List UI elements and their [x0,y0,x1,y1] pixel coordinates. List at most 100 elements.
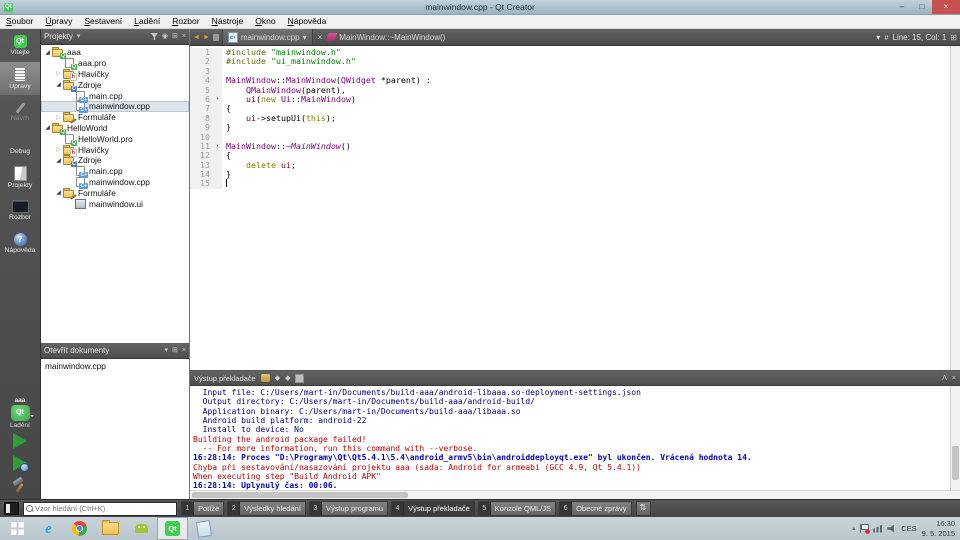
clock[interactable]: 16:30 9. 5. 2015 [922,519,955,538]
mode-napoveda[interactable]: ?Nápověda [0,227,40,260]
tree-item-hlavicky[interactable]: ▷hHlavičky [41,144,189,155]
android-button[interactable] [126,517,157,540]
tree-expanded-arrow[interactable]: ◢ [54,81,63,88]
volume-icon[interactable] [887,525,896,533]
build-target-selector[interactable]: aaa Qt Ladění [0,397,40,430]
split-pane-icon[interactable]: ⊞ [172,29,178,44]
split-editor-icon[interactable]: ⊞ [950,33,957,42]
panel-button-obecne-zpravy[interactable]: 6Obecné zprávy [559,501,631,516]
close-document-icon[interactable]: × [316,33,325,42]
tree-item-mainwindow-cpp[interactable]: C+mainwindow.cpp [41,101,189,112]
kit-selector-icon[interactable]: Qt [11,405,30,421]
menu-nastroje[interactable]: Nástroje [206,15,250,28]
debug-run-button[interactable] [13,455,27,471]
next-item-icon[interactable]: ◆ [285,374,290,382]
docs-close-icon[interactable]: × [182,343,186,358]
qt-creator-button[interactable]: Qt [157,517,188,540]
editor-scrollbar[interactable] [950,46,960,370]
tree-item-formulare[interactable]: ▷Formuláře [41,112,189,123]
panel-button-vystup-prekladace[interactable]: 4Výstup překladače [391,501,475,516]
docs-dropdown-icon[interactable]: ▾ [165,343,169,358]
tree-item-aaa[interactable]: ◢Qaaa [41,47,189,58]
tree-item-zdroje[interactable]: ◢CZdroje [41,155,189,166]
search-input[interactable] [35,504,174,513]
start-button[interactable] [2,517,33,540]
go-back-icon[interactable]: ◄ [193,34,200,41]
maximize-output-icon[interactable]: ᐱ [942,371,947,386]
file-explorer-button[interactable] [95,517,126,540]
tree-item-mainwindow-cpp[interactable]: C+mainwindow.cpp [41,177,189,188]
previous-item-icon[interactable]: ◆ [275,374,280,382]
mode-debug[interactable]: Debug [0,128,40,161]
menu-okno[interactable]: Okno [249,15,281,28]
build-button[interactable] [12,477,28,493]
tree-expanded-arrow[interactable]: ◢ [43,124,52,131]
tree-item-main-cpp[interactable]: C+main.cpp [41,166,189,177]
network-icon[interactable] [873,525,882,533]
code-editor[interactable]: 1#include "mainwindow.h"2#include "ui_ma… [190,46,960,370]
mode-rozbor[interactable]: Rozbor [0,194,40,227]
open-documents-title[interactable]: Otevřít dokumenty [44,346,109,355]
maximize-button[interactable]: □ [912,0,932,14]
projects-pane-title[interactable]: Projekty [44,32,73,41]
tree-item-helloworld[interactable]: ◢QHelloWorld [41,123,189,134]
menu-rozbor[interactable]: Rozbor [166,15,205,28]
close-button[interactable]: × [932,0,960,14]
fold-marker[interactable]: ▾ [213,142,222,151]
internet-explorer-button[interactable]: e [33,517,64,540]
cancel-build-icon[interactable] [261,374,270,382]
menu-sestaveni[interactable]: Sestavení [78,15,128,28]
tree-item-zdroje[interactable]: ◢CZdroje [41,79,189,90]
pane-dropdown-icon[interactable]: ▾ [77,29,81,44]
tree-item-helloworld-pro[interactable]: QHelloWorld.pro [41,133,189,144]
editor-tab-mainwindow-cpp[interactable]: C+ mainwindow.cpp ▾ [222,29,313,45]
tree-collapsed-arrow[interactable]: ▷ [54,146,63,153]
menu-soubor[interactable]: Soubor [0,15,39,28]
document-dropdown-icon[interactable]: ▾ [303,33,307,42]
sync-with-editor-icon[interactable]: ◉ [162,29,168,44]
open-document-mainwindow-cpp[interactable]: mainwindow.cpp [41,359,189,372]
mode-vitejte[interactable]: QtVítejte [0,29,40,62]
action-center-flag-icon[interactable] [860,524,868,533]
tree-item-mainwindow-ui[interactable]: mainwindow.ui [41,198,189,209]
mode-upravy[interactable]: Úpravy [0,62,40,95]
close-pane-icon[interactable]: × [182,29,186,44]
hidden-icons-arrow[interactable]: ▴ [852,525,855,532]
toggle-sidebar-icon[interactable] [4,502,19,515]
close-output-icon[interactable]: × [952,371,956,386]
word-wrap-checkbox[interactable] [295,374,304,383]
fold-marker[interactable]: ▾ [213,95,222,104]
tree-item-aaa-pro[interactable]: Qaaa.pro [41,58,189,69]
menu-upravy[interactable]: Úpravy [39,15,78,28]
tree-collapsed-arrow[interactable]: ▷ [54,114,63,121]
output-vertical-scrollbar[interactable] [950,386,960,490]
code-text: MainWindow::~MainWindow() [222,142,351,151]
tree-expanded-arrow[interactable]: ◢ [54,189,63,196]
run-button[interactable] [13,433,27,449]
tree-item-main-cpp[interactable]: C+main.cpp [41,90,189,101]
filter-icon[interactable] [151,33,158,40]
minimize-button[interactable]: – [892,0,912,14]
go-forward-icon[interactable]: ► [203,34,210,41]
docs-split-icon[interactable]: ⊞ [172,343,178,358]
menu-napoveda[interactable]: Nápověda [282,15,333,28]
output-horizontal-scrollbar[interactable] [190,490,960,499]
compile-output-text[interactable]: Input file: C:/Users/mart-in/Documents/b… [190,386,960,490]
panes-arrows-button[interactable]: ⇅ [636,501,651,516]
tree-item-hlavicky[interactable]: ▷hHlavičky [41,69,189,80]
tree-expanded-arrow[interactable]: ◢ [54,157,63,164]
menu-ladeni[interactable]: Ladění [128,15,166,28]
panel-button-konzole-qml-js[interactable]: 5Konzole QML/JS [478,501,556,516]
tree-expanded-arrow[interactable]: ◢ [43,49,52,56]
document-app-button[interactable] [188,517,219,540]
context-function[interactable]: MainWindow::~MainWindow() [339,33,445,42]
panel-button-vysledky-hledani[interactable]: 2Výsledky hledání [227,501,306,516]
panel-button-potize[interactable]: 1Potíže [181,501,224,516]
tree-item-formulare[interactable]: ◢Formuláře [41,187,189,198]
symbol-dropdown-icon[interactable]: ▾ [876,33,880,42]
mode-projekty[interactable]: Projekty [0,161,40,194]
tree-collapsed-arrow[interactable]: ▷ [54,70,63,77]
panel-button-vystup-programu[interactable]: 3Výstup programu [309,501,388,516]
chrome-button[interactable] [64,517,95,540]
keyboard-layout[interactable]: CES [901,524,916,533]
